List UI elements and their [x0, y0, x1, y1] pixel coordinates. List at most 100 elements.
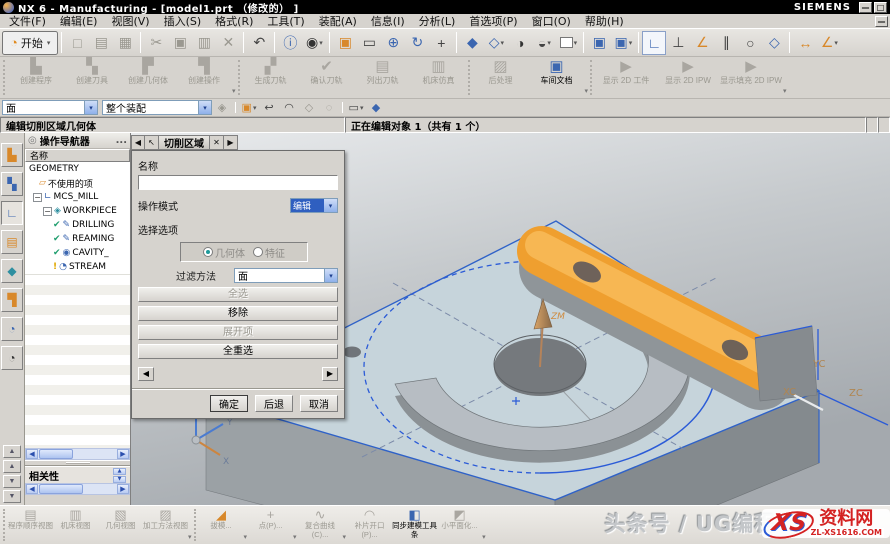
- undo-button[interactable]: ↶: [247, 31, 271, 55]
- body-rule-button[interactable]: ◇: [299, 100, 319, 116]
- scrollbar-track[interactable]: [84, 484, 117, 494]
- zoom-window-button[interactable]: ▭: [357, 31, 381, 55]
- menu-file[interactable]: 文件(F): [2, 13, 53, 29]
- machining-wizards-button[interactable]: ▜: [1, 288, 23, 312]
- tree-row-drilling[interactable]: ✔✎DRILLING: [25, 218, 130, 232]
- paste-button[interactable]: ▥: [192, 31, 216, 55]
- machine-simulation-button[interactable]: ▥机床仿真: [411, 58, 467, 98]
- synchronous-modeling-button[interactable]: ◧同步建模工具条: [392, 507, 437, 544]
- start-menu-button[interactable]: ◔开始▾: [2, 31, 58, 55]
- minimize-button[interactable]: —: [859, 2, 872, 13]
- type-filter-dropdown-icon[interactable]: ▾: [84, 101, 97, 114]
- rotate-view-button[interactable]: ↻: [405, 31, 429, 55]
- mdi-minimize-button[interactable]: —: [875, 16, 888, 27]
- type-filter-combo[interactable]: 面▾: [2, 100, 98, 115]
- snap-point-button[interactable]: ▣▾: [239, 100, 259, 116]
- machine-tool-view-button[interactable]: ▥机床视图: [53, 507, 98, 544]
- toolbar-overflow-icon[interactable]: ▾: [293, 533, 297, 541]
- new-window-button[interactable]: ▣: [587, 31, 611, 55]
- background-color-button[interactable]: ▾: [556, 31, 580, 55]
- menu-help[interactable]: 帮助(H): [578, 13, 631, 29]
- fit-view-button[interactable]: ▣: [333, 31, 357, 55]
- toolbar-grip[interactable]: [3, 509, 7, 541]
- measure-angle-button[interactable]: ∠▾: [817, 31, 841, 55]
- toolbar-overflow-icon[interactable]: ▾: [188, 533, 192, 541]
- hd3d-tools-button[interactable]: ◆: [1, 259, 23, 283]
- tree-row-streamline[interactable]: !◔STREAM: [25, 260, 130, 274]
- dependencies-header[interactable]: 相关性 ▲ ▼: [25, 466, 130, 483]
- collapse-icon[interactable]: −: [43, 207, 52, 216]
- cut-button[interactable]: ✂: [144, 31, 168, 55]
- menu-format[interactable]: 格式(R): [208, 13, 260, 29]
- patch-opening-button[interactable]: ◠补片开口(P)...: [347, 507, 392, 544]
- menu-tools[interactable]: 工具(T): [260, 13, 311, 29]
- name-column-header[interactable]: 名称: [25, 149, 130, 162]
- open-button[interactable]: ▤: [89, 31, 113, 55]
- toolbar-overflow-icon[interactable]: ▾: [244, 533, 248, 541]
- create-operation-button[interactable]: ▜创建操作: [176, 58, 232, 98]
- constraint-navigator-button[interactable]: ▚: [1, 172, 23, 196]
- draft-button[interactable]: ◢拔模...: [199, 507, 244, 544]
- toolbar-grip[interactable]: [238, 60, 242, 95]
- pin-icon[interactable]: ◎: [28, 135, 37, 146]
- lasso-select-button[interactable]: ◌: [319, 100, 339, 116]
- palette-scroll-bottom-button[interactable]: ▼: [3, 490, 21, 503]
- list-toolpath-button[interactable]: ▤列出刀轨: [355, 58, 411, 98]
- filter-method-combo[interactable]: 面 ▾: [234, 268, 338, 283]
- operation-mode-dropdown-icon[interactable]: ▾: [324, 199, 337, 212]
- dialog-back-arrow-icon[interactable]: ◀: [131, 135, 145, 150]
- snap-point-midpoint-button[interactable]: ◇: [762, 31, 786, 55]
- feature-radio-icon[interactable]: [253, 247, 263, 257]
- rollback-selection-button[interactable]: ↩: [259, 100, 279, 116]
- dialog-title[interactable]: 切削区域: [159, 135, 210, 150]
- generate-toolpath-button[interactable]: ▞生成刀轨: [243, 58, 299, 98]
- collapse-icon[interactable]: −: [33, 193, 42, 202]
- dialog-close-icon[interactable]: ✕: [210, 135, 224, 150]
- toolbar-grip[interactable]: [3, 60, 7, 95]
- menu-assemblies[interactable]: 装配(A): [312, 13, 364, 29]
- ok-button[interactable]: 确定: [210, 395, 248, 412]
- back-button[interactable]: 后退: [255, 395, 293, 412]
- scroll-right-icon[interactable]: ▶: [117, 484, 129, 494]
- assembly-navigator-button[interactable]: ▙: [1, 143, 23, 167]
- orient-csys-button[interactable]: ∟: [642, 31, 666, 55]
- create-geometry-button[interactable]: ▛创建几何体: [120, 58, 176, 98]
- geometry-view-button[interactable]: ▧几何视图: [98, 507, 143, 544]
- create-program-button[interactable]: ▙创建程序: [8, 58, 64, 98]
- snap-point-parallel-button[interactable]: ∥: [714, 31, 738, 55]
- menu-window[interactable]: 窗口(O): [525, 13, 578, 29]
- cancel-button[interactable]: 取消: [300, 395, 338, 412]
- palette-scroll-up-button[interactable]: ▲: [3, 460, 21, 473]
- show-2d-workpiece-button[interactable]: ▶显示 2D 工件: [595, 58, 657, 98]
- measure-distance-button[interactable]: ↔: [793, 31, 817, 55]
- toolbar-grip[interactable]: [468, 60, 472, 95]
- dependencies-h-scrollbar[interactable]: ◀ ▶: [25, 483, 130, 495]
- composite-curve-button[interactable]: ∿复合曲线(C)...: [298, 507, 343, 544]
- menu-insert[interactable]: 插入(S): [157, 13, 209, 29]
- scroll-right-icon[interactable]: ▶: [117, 449, 129, 459]
- toolbar-overflow-icon[interactable]: ▾: [232, 87, 236, 95]
- face-analysis-button[interactable]: ◒▾: [532, 31, 556, 55]
- tree-row-cavity-mill[interactable]: ✔◉CAVITY_: [25, 246, 130, 260]
- operation-navigator-button[interactable]: ∟: [1, 201, 23, 225]
- toolbar-overflow-icon[interactable]: ▾: [585, 87, 589, 95]
- menu-analysis[interactable]: 分析(L): [412, 13, 463, 29]
- selection-options-button[interactable]: ◈: [212, 100, 232, 116]
- toolbar-overflow-icon[interactable]: ▾: [783, 87, 787, 95]
- snap-point-perpendicular-button[interactable]: ⊥: [666, 31, 690, 55]
- pan-view-button[interactable]: +: [429, 31, 453, 55]
- dialog-cursor-icon[interactable]: ↖: [145, 135, 159, 150]
- restore-button[interactable]: □: [874, 2, 887, 13]
- scrollbar-thumb[interactable]: [39, 449, 73, 459]
- palette-scroll-top-button[interactable]: ▲: [3, 445, 21, 458]
- snap-point-angle-button[interactable]: ∠: [690, 31, 714, 55]
- machining-method-view-button[interactable]: ▨加工方法视图: [143, 507, 188, 544]
- postprocess-button[interactable]: ▨后处理: [473, 58, 529, 98]
- menu-view[interactable]: 视图(V): [104, 13, 156, 29]
- toolbar-overflow-icon[interactable]: ▾: [343, 533, 347, 541]
- tree-row-workpiece[interactable]: −◈WORKPIECE: [25, 204, 130, 218]
- navigator-h-scrollbar[interactable]: ◀ ▶: [25, 448, 130, 460]
- save-button[interactable]: ▦: [113, 31, 137, 55]
- toolbar-grip[interactable]: [194, 509, 198, 541]
- copy-button[interactable]: ▣: [168, 31, 192, 55]
